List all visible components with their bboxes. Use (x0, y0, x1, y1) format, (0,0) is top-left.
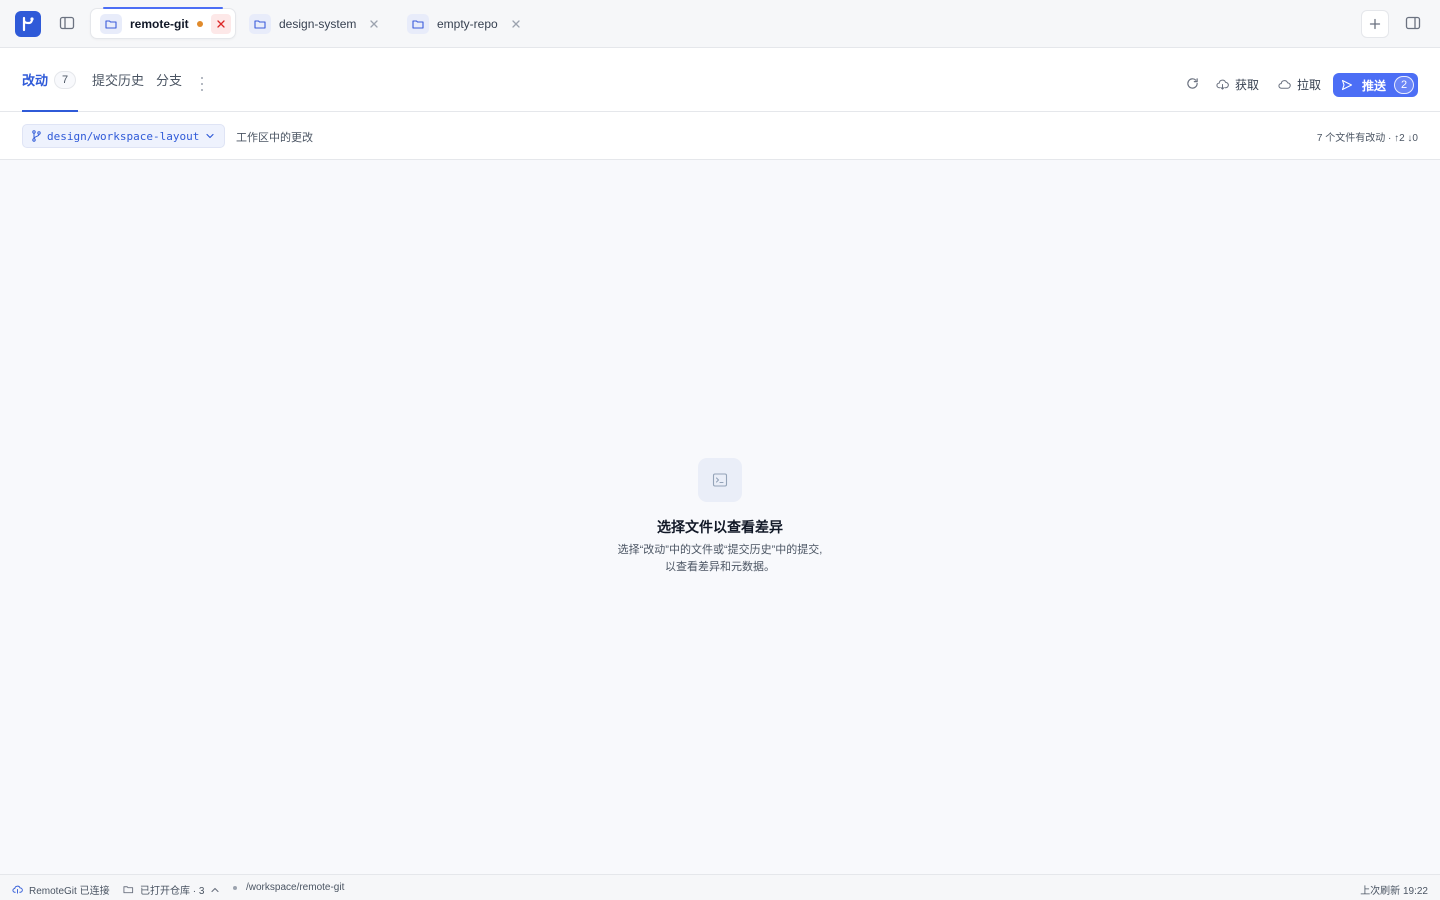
view-toolbar: 改动 7 提交历史 分支 获取 拉取 (0, 48, 1440, 112)
refresh-icon[interactable] (1185, 76, 1199, 90)
tab-design-system[interactable]: design-system (240, 8, 390, 39)
empty-state-line: 选择“改动”中的文件或“提交历史”中的提交, (617, 544, 823, 556)
last-refresh: 上次刷新 19:22 (1360, 886, 1428, 897)
new-tab-button[interactable] (1361, 10, 1389, 38)
connection-label: RemoteGit 已连接 (29, 886, 110, 897)
close-icon[interactable] (506, 14, 526, 34)
folder-icon (407, 13, 429, 34)
tab-history-label: 提交历史 (92, 73, 145, 88)
plus-icon (1369, 18, 1381, 30)
repo-path: /workspace/remote-git (246, 882, 344, 893)
tab-branches-label: 分支 (156, 73, 183, 88)
folder-open-icon (123, 886, 134, 894)
more-vertical-icon[interactable] (196, 77, 208, 91)
open-repos-toggle[interactable]: 已打开仓库 · 3 (123, 882, 220, 897)
connection-status[interactable]: RemoteGit 已连接 (12, 882, 110, 897)
change-summary: 7 个文件有改动 · ↑2 ↓0 (1316, 133, 1418, 144)
active-tab-indicator (103, 7, 223, 9)
push-count-badge: 2 (1394, 76, 1415, 94)
push-label: 推送 (1362, 78, 1387, 93)
branch-select[interactable]: design/workspace-layout (22, 124, 225, 148)
branch-description: 工作区中的更改 (236, 132, 313, 144)
status-bar: RemoteGit 已连接 已打开仓库 · 3 /workspace/remot… (0, 874, 1440, 900)
panel-right-icon[interactable] (1402, 12, 1424, 34)
empty-state-title: 选择文件以查看差异 (657, 519, 783, 535)
close-icon[interactable] (210, 13, 231, 34)
cloud-icon (1278, 79, 1291, 89)
tab-changes-label: 改动 (22, 73, 49, 88)
terminal-icon (698, 458, 742, 502)
close-icon[interactable] (364, 14, 384, 34)
title-bar: remote-git design-system empty-repo (0, 0, 1440, 48)
tab-empty-repo[interactable]: empty-repo (398, 8, 538, 39)
git-branch-icon (32, 130, 41, 142)
tab-branches[interactable]: 分支 (156, 48, 182, 111)
pull-label: 拉取 (1297, 77, 1322, 92)
empty-state-line: 以查看差异和元数据。 (665, 561, 775, 573)
tab-label: remote-git (130, 16, 189, 31)
folder-icon (100, 13, 122, 34)
cloud-icon (12, 885, 23, 894)
tab-changes[interactable]: 改动 7 (22, 48, 79, 112)
tab-label: empty-repo (437, 16, 498, 31)
fetch-button[interactable]: 获取 (1216, 74, 1259, 94)
send-icon (1341, 79, 1353, 91)
tab-remote-git[interactable]: remote-git (90, 7, 236, 39)
status-separator (233, 886, 237, 890)
open-repos-label: 已打开仓库 · 3 (140, 886, 205, 897)
push-button[interactable]: 推送 2 (1333, 73, 1418, 97)
diff-empty-state: 选择文件以查看差异 选择“改动”中的文件或“提交历史”中的提交, 以查看差异和元… (0, 160, 1440, 874)
tab-label: design-system (279, 16, 357, 31)
chevron-down-icon (206, 133, 214, 139)
chevron-up-icon (211, 887, 220, 892)
folder-icon (249, 13, 271, 34)
fetch-label: 获取 (1235, 77, 1260, 92)
changes-count-badge: 7 (54, 70, 77, 89)
branch-name: design/workspace-layout (47, 129, 200, 143)
cloud-download-icon (1216, 79, 1229, 90)
sidebar-toggle-icon[interactable] (56, 12, 78, 34)
pull-button[interactable]: 拉取 (1278, 74, 1321, 94)
tab-history[interactable]: 提交历史 (92, 48, 144, 111)
modified-dot (196, 20, 203, 27)
repo-path-label: /workspace/remote-git (246, 882, 345, 893)
app-logo-icon[interactable] (15, 11, 41, 37)
branch-bar: design/workspace-layout 工作区中的更改 7 个文件有改动… (0, 112, 1440, 160)
empty-state-description: 选择“改动”中的文件或“提交历史”中的提交, 以查看差异和元数据。 (0, 542, 1440, 576)
